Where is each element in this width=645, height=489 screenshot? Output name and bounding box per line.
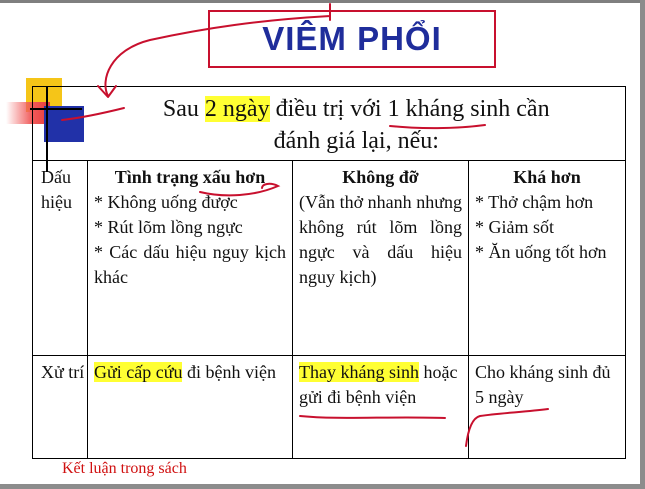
same-action-highlight: Thay kháng sinh [299,362,419,382]
header-prefix: Sau [162,96,205,122]
decor-vertical-line [46,86,48,172]
better-item: * Thở chậm hơn [475,192,594,212]
window-frame-bottom [0,484,645,489]
worse-item: * Rút lõm lồng ngực [94,217,243,237]
signs-row: Dấu hiệu Tình trạng xấu hơn * Không uống… [32,160,626,356]
decor-horizontal-line [30,108,82,110]
better-item: * Giảm sốt [475,217,554,237]
header-row: Sau 2 ngày điều trị với 1 kháng sinh cần… [32,86,626,161]
header-suffix: sinh cần [464,96,550,122]
better-item: * Ăn uống tốt hơn [475,242,607,262]
worse-item: * Các dấu hiệu nguy kịch khác [94,242,286,287]
conclusion-note: Kết luận trong sách [62,460,187,477]
header-underlined: 1 kháng [387,96,465,122]
same-action-cell: Thay kháng sinh hoặc gửi đi bệnh viện [292,355,469,459]
worse-item: * Không uống được [94,192,238,212]
header-highlight: 2 ngày [204,96,270,122]
better-action-cell: Cho kháng sinh đủ 5 ngày [468,355,626,459]
action-row: Xử trí Gửi cấp cứu đi bệnh viện Thay khá… [32,355,626,459]
worse-action-highlight: Gửi cấp cứu [94,362,183,382]
same-heading: Không đỡ [342,167,419,187]
worse-cell: Tình trạng xấu hơn * Không uống được * R… [87,160,293,356]
window-frame-top [0,0,645,3]
row-label-action: Xử trí [32,355,88,459]
slide-title: VIÊM PHỔI [262,20,442,57]
window-frame-right [640,0,645,489]
worse-heading: Tình trạng xấu hơn [114,167,266,187]
better-cell: Khá hơn * Thở chậm hơn * Giảm sốt * Ăn u… [468,160,626,356]
header-blank-cell [32,86,88,161]
title-box: VIÊM PHỔI [208,10,496,68]
same-cell: Không đỡ (Vẫn thở nhanh nhưng không rút … [292,160,469,356]
row-label-signs: Dấu hiệu [32,160,88,356]
assessment-table: Sau 2 ngày điều trị với 1 kháng sinh cần… [32,86,626,459]
header-line-2: đánh giá lại, nếu: [273,128,439,154]
header-cell: Sau 2 ngày điều trị với 1 kháng sinh cần… [87,86,626,161]
same-body: (Vẫn thở nhanh nhưng không rút lõm lồng … [299,192,462,287]
header-mid: điều trị với [269,96,388,122]
better-heading: Khá hơn [513,167,581,187]
worse-action-cell: Gửi cấp cứu đi bệnh viện [87,355,293,459]
worse-action-rest: đi bệnh viện [182,362,276,382]
better-action-text: Cho kháng sinh đủ 5 ngày [475,362,611,407]
